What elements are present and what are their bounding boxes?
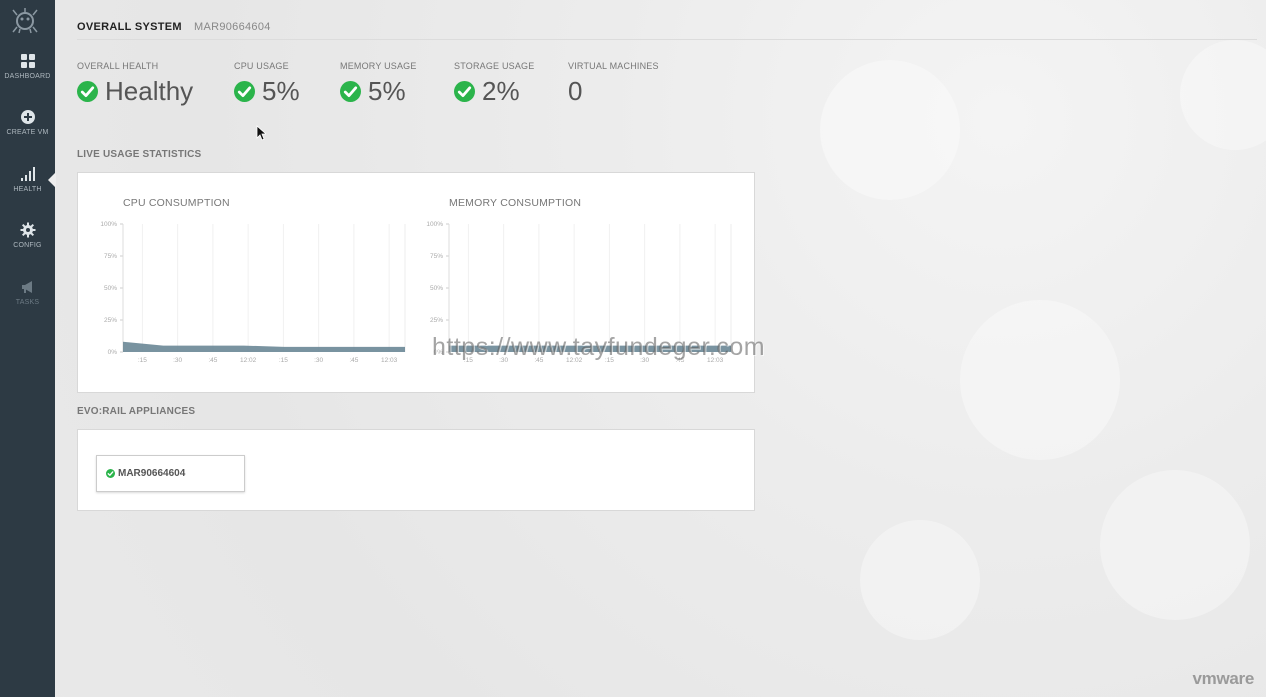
check-circle-icon (106, 469, 115, 478)
usage-area (123, 341, 405, 352)
y-tick-label: 75% (430, 253, 443, 260)
stat-label: VIRTUAL MACHINES (568, 61, 659, 71)
appliances-panel: MAR90664604 (77, 429, 755, 511)
stat-label: CPU USAGE (234, 61, 289, 71)
tab-overall-system[interactable]: OVERALL SYSTEM (77, 21, 182, 33)
y-tick-label: 50% (104, 285, 117, 292)
appliance-label: MAR90664604 (118, 468, 186, 479)
y-tick-label: 0% (108, 349, 118, 356)
sidebar-item-health[interactable]: HEALTH (0, 166, 55, 216)
tab-bar: OVERALL SYSTEM MAR90664604 (77, 20, 1257, 40)
background-bokeh (1180, 40, 1266, 150)
check-circle-icon (454, 80, 475, 102)
check-circle-icon (340, 80, 361, 102)
sidebar: DASHBOARD CREATE VM HEALTH CONFIG TASKS (0, 0, 56, 697)
y-tick-label: 50% (430, 285, 443, 292)
active-indicator (48, 172, 56, 188)
x-tick-label: 12:02 (240, 357, 257, 364)
memory-chart-title: MEMORY CONSUMPTION (449, 197, 582, 209)
background-bokeh (1100, 470, 1250, 620)
live-usage-title: LIVE USAGE STATISTICS (77, 149, 202, 160)
sidebar-item-label: DASHBOARD (4, 73, 51, 80)
background-bokeh (860, 520, 980, 640)
vmware-logo: vmware (1192, 669, 1254, 688)
sidebar-item-dashboard[interactable]: DASHBOARD (0, 53, 55, 103)
storage-usage-stat: STORAGE USAGE 2% (454, 61, 534, 105)
sidebar-item-tasks[interactable]: TASKS (0, 279, 55, 329)
sidebar-item-label: CREATE VM (6, 129, 49, 136)
cpu-chart-title: CPU CONSUMPTION (123, 197, 230, 209)
evo-rail-logo-icon (12, 8, 38, 34)
appliance-card[interactable]: MAR90664604 (96, 455, 245, 492)
background-bokeh (960, 300, 1120, 460)
y-tick-label: 75% (104, 253, 117, 260)
x-tick-label: :15 (138, 357, 147, 364)
plus-circle-icon (20, 110, 35, 124)
y-tick-label: 100% (100, 221, 117, 228)
stat-value: Healthy (105, 76, 194, 106)
gear-icon (20, 222, 35, 238)
appliances-title: EVO:RAIL APPLIANCES (77, 406, 196, 417)
cpu-usage-stat: CPU USAGE 5% (234, 61, 300, 105)
stat-label: MEMORY USAGE (340, 61, 417, 71)
stat-value: 5% (368, 76, 406, 106)
mouse-cursor-icon (256, 125, 268, 146)
check-circle-icon (234, 80, 255, 102)
x-tick-label: :45 (208, 357, 217, 364)
megaphone-icon (21, 281, 32, 293)
x-tick-label: :30 (314, 357, 323, 364)
y-tick-label: 25% (104, 317, 117, 324)
watermark: https://www.tayfundeger.com (432, 333, 766, 361)
x-tick-label: :15 (279, 357, 288, 364)
sidebar-item-label: HEALTH (13, 186, 42, 193)
sidebar-item-create-vm[interactable]: CREATE VM (0, 109, 55, 159)
sidebar-item-label: CONFIG (13, 242, 42, 249)
stat-value: 2% (482, 76, 520, 106)
check-circle-icon (77, 80, 98, 102)
virtual-machines-stat: VIRTUAL MACHINES 0 (568, 61, 659, 105)
sidebar-item-config[interactable]: CONFIG (0, 222, 55, 272)
x-tick-label: :45 (349, 357, 358, 364)
tab-appliance[interactable]: MAR90664604 (194, 21, 271, 33)
x-tick-label: 12:03 (381, 357, 398, 364)
sidebar-item-label: TASKS (15, 299, 40, 306)
y-tick-label: 25% (430, 317, 443, 324)
stat-label: STORAGE USAGE (454, 61, 535, 71)
stat-value: 5% (262, 76, 300, 106)
stat-value: 0 (568, 76, 583, 106)
overall-health-stat: OVERALL HEALTH Healthy (77, 61, 193, 105)
stat-label: OVERALL HEALTH (77, 61, 159, 71)
x-tick-label: :30 (173, 357, 182, 364)
y-tick-label: 100% (426, 221, 443, 228)
signal-bars-icon (20, 167, 35, 181)
background-bokeh (820, 60, 960, 200)
cpu-consumption-chart: 100% 75% 50% 25% 0% :15 :30 :45 12:02 :15 :30 :45 12… (100, 221, 406, 364)
memory-usage-stat: MEMORY USAGE 5% (340, 61, 417, 105)
dashboard-grid-icon (20, 54, 35, 68)
